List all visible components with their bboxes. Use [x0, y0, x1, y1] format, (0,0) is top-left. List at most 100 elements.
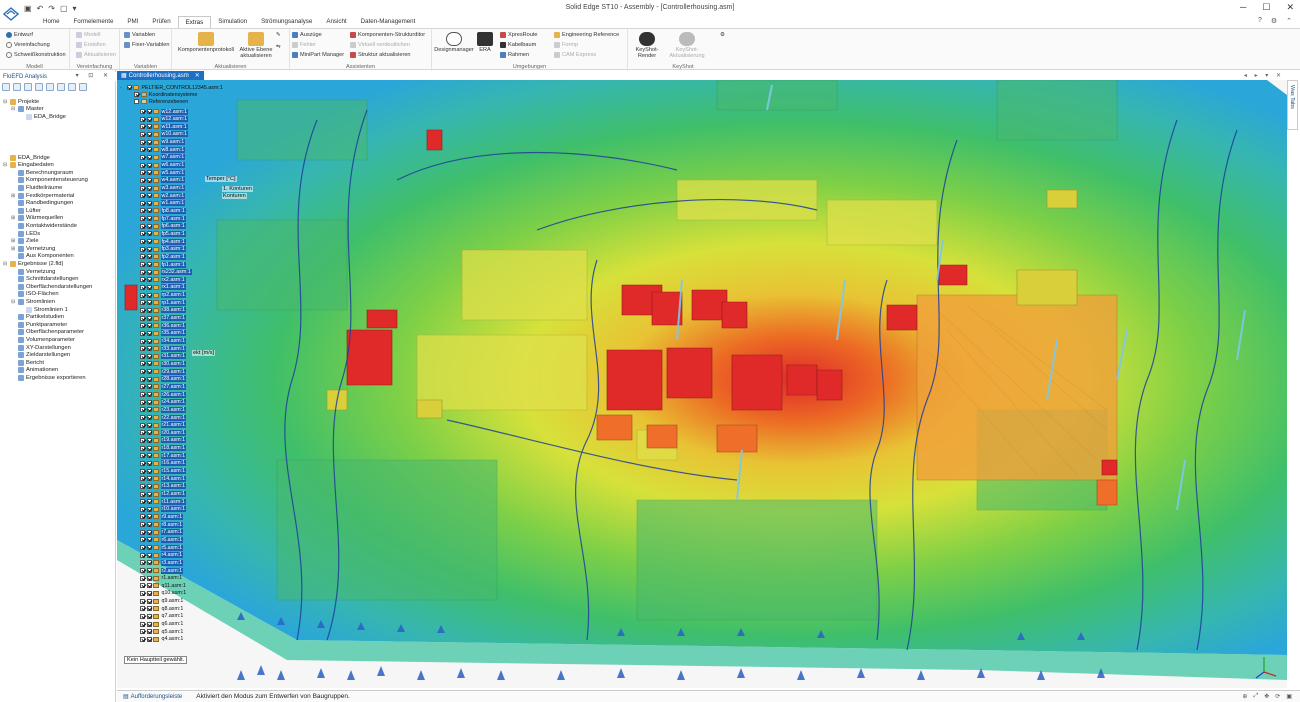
pathfinder-part-row[interactable]: r7.asm:1: [140, 529, 184, 536]
pathfinder-part-row[interactable]: q5.asm:1: [140, 628, 184, 635]
cam-express-button[interactable]: CAM Express: [554, 52, 596, 58]
visibility-checkbox[interactable]: [140, 583, 145, 589]
visibility-checkbox[interactable]: [140, 315, 145, 321]
visibility-checkbox[interactable]: [140, 590, 145, 596]
display-checkbox[interactable]: [146, 315, 152, 321]
visibility-checkbox[interactable]: [140, 139, 145, 145]
tree-item[interactable]: XY-Darstellungen: [11, 344, 71, 351]
pathfinder-part-row[interactable]: w4.asm:1: [140, 177, 186, 184]
tool-icon[interactable]: [46, 83, 54, 91]
visibility-checkbox[interactable]: [140, 231, 145, 237]
display-checkbox[interactable]: [146, 483, 152, 489]
pathfinder-part-row[interactable]: fp1.asm:1: [140, 261, 186, 268]
pathfinder-part-row[interactable]: r17.asm:1: [140, 452, 187, 459]
pathfinder-part-row[interactable]: r18.asm:1: [140, 445, 187, 452]
visibility-checkbox[interactable]: [140, 529, 145, 535]
visibility-checkbox[interactable]: [140, 499, 145, 505]
entwurf-radio[interactable]: Entwurf: [6, 32, 33, 38]
visibility-checkbox[interactable]: [140, 338, 145, 344]
pathfinder-part-row[interactable]: r35.asm:1: [140, 330, 187, 337]
display-checkbox[interactable]: [146, 506, 152, 512]
tree-item[interactable]: ⊟ Ergebnisse (2.fld): [3, 260, 63, 267]
fixer-variablen-button[interactable]: Fixer-Variablen: [124, 42, 170, 48]
visibility-checkbox[interactable]: [140, 369, 145, 375]
pathfinder-part-row[interactable]: r26.asm:1: [140, 391, 187, 398]
display-checkbox[interactable]: [146, 307, 152, 313]
pathfinder-root[interactable]: - PELTIER_CONTROL12345.asm:1: [120, 84, 224, 91]
tree-item[interactable]: ⊞ Festkörpermaterial: [11, 192, 74, 199]
visibility-checkbox[interactable]: [140, 537, 145, 543]
pathfinder-part-row[interactable]: w10.asm:1: [140, 131, 189, 138]
pathfinder-part-row[interactable]: r13.asm:1: [140, 483, 187, 490]
display-checkbox[interactable]: [146, 284, 152, 290]
visibility-checkbox[interactable]: [140, 514, 145, 520]
visibility-checkbox[interactable]: [140, 392, 145, 398]
visibility-checkbox[interactable]: [140, 284, 145, 290]
visibility-checkbox[interactable]: [140, 384, 145, 390]
visibility-checkbox[interactable]: [140, 552, 145, 558]
pathfinder-part-row[interactable]: r14.asm:1: [140, 475, 187, 482]
visibility-checkbox[interactable]: [140, 147, 145, 153]
tree-item[interactable]: ⊞ Ziele: [11, 238, 39, 245]
pathfinder-part-row[interactable]: q4.asm:1: [140, 636, 184, 643]
tree-item[interactable]: Zieldarstellungen: [11, 352, 70, 359]
virtuell-verdeutlichen-button[interactable]: Virtuell verdeutlichen: [350, 42, 410, 48]
pathfinder-part-row[interactable]: r27.asm:1: [140, 383, 187, 390]
pathfinder-part-row[interactable]: rp2.asm:1: [140, 292, 187, 299]
visibility-checkbox[interactable]: [140, 361, 145, 367]
modell-button[interactable]: Modell: [76, 32, 100, 38]
visibility-checkbox[interactable]: [140, 568, 145, 573]
tool-icon[interactable]: [57, 83, 65, 91]
tree-item[interactable]: Vernetzung: [11, 268, 55, 275]
visibility-checkbox[interactable]: [140, 185, 145, 191]
3d-viewport[interactable]: [117, 80, 1287, 688]
display-checkbox[interactable]: [146, 330, 152, 336]
display-checkbox[interactable]: [146, 407, 152, 413]
tree-item[interactable]: Aus Komponenten: [11, 253, 74, 260]
tool-icon[interactable]: [79, 83, 87, 91]
settings-icon[interactable]: ⚙: [1271, 17, 1277, 25]
expand-icon[interactable]: ⊟: [11, 106, 16, 112]
pathfinder-part-row[interactable]: q8.asm:1: [140, 605, 184, 612]
visibility-checkbox[interactable]: [126, 85, 132, 90]
display-checkbox[interactable]: [146, 575, 152, 581]
visibility-checkbox[interactable]: [140, 330, 145, 336]
document-tab[interactable]: ▦ Controllerhousing.asm ✕: [117, 71, 204, 80]
tree-item[interactable]: Stromlinien 1: [19, 306, 68, 313]
tool-icon[interactable]: [13, 83, 21, 91]
tree-item[interactable]: Volumenparameter: [11, 336, 75, 343]
era-button[interactable]: ERA: [474, 32, 496, 53]
pathfinder-part-row[interactable]: r28.asm:1: [140, 376, 187, 383]
display-checkbox[interactable]: [146, 323, 152, 329]
visibility-checkbox[interactable]: [140, 223, 145, 229]
display-checkbox[interactable]: [146, 369, 152, 375]
fehler-button[interactable]: Fehler: [292, 42, 316, 48]
visibility-checkbox[interactable]: [140, 476, 145, 482]
display-checkbox[interactable]: [146, 415, 152, 420]
display-checkbox[interactable]: [146, 254, 152, 260]
display-checkbox[interactable]: [146, 109, 152, 114]
xpresroute-button[interactable]: XpresRoute: [500, 32, 538, 38]
display-checkbox[interactable]: [146, 139, 152, 145]
pathfinder-part-row[interactable]: r23.asm:1: [140, 406, 187, 413]
minipart-manager-button[interactable]: MiniPart Manager: [292, 52, 344, 58]
display-checkbox[interactable]: [146, 262, 152, 267]
tab-daten-management[interactable]: Daten-Management: [354, 16, 423, 28]
visibility-checkbox[interactable]: [140, 300, 145, 306]
fit-icon[interactable]: ⤢: [1253, 693, 1258, 700]
display-checkbox[interactable]: [146, 170, 152, 176]
kabelbaum-button[interactable]: Kabelbaum: [500, 42, 536, 48]
visibility-checkbox[interactable]: [140, 629, 145, 635]
display-checkbox[interactable]: [146, 162, 152, 168]
tree-item[interactable]: Schnittdarstellungen: [11, 276, 79, 283]
tab-strömungsanalyse[interactable]: Strömungsanalyse: [254, 16, 319, 28]
komponenten-strukturditor-button[interactable]: Komponenten-Strukturditor: [350, 32, 425, 38]
zoom-icon[interactable]: ⊕: [1242, 693, 1247, 700]
pathfinder-part-row[interactable]: r29.asm:1: [140, 368, 187, 375]
display-checkbox[interactable]: [146, 437, 152, 443]
display-checkbox[interactable]: [146, 193, 152, 199]
visibility-checkbox[interactable]: [140, 131, 145, 137]
display-checkbox[interactable]: [146, 537, 152, 543]
display-checkbox[interactable]: [146, 491, 152, 497]
pathfinder-part-row[interactable]: fp3.asm:1: [140, 246, 186, 253]
